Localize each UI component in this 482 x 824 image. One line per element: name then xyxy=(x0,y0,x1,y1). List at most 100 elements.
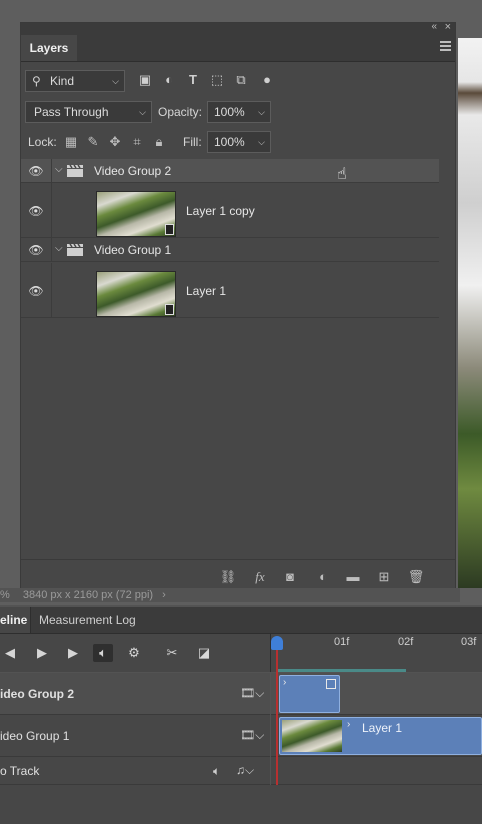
video-group-icon xyxy=(67,165,83,177)
opacity-field[interactable]: 100% ⌵ xyxy=(207,101,271,123)
mask-icon[interactable]: ◙ xyxy=(281,569,299,585)
playhead[interactable] xyxy=(271,636,283,650)
hand-cursor-icon: ☝︎ xyxy=(337,166,347,183)
clip-end-icon[interactable] xyxy=(326,679,336,689)
fill-label: Fill: xyxy=(183,135,202,149)
eye-icon[interactable]: 👁︎ xyxy=(27,204,45,218)
layer-row-video-group-1[interactable]: 👁︎ ⌵ Video Group 1 xyxy=(21,238,439,262)
layer-name[interactable]: Video Group 2 xyxy=(94,164,171,178)
track-name: o Track xyxy=(0,764,40,778)
chevron-down-icon[interactable]: ⌵ xyxy=(55,243,63,254)
image-filter-icon[interactable]: ▣ xyxy=(137,72,153,88)
tab-measurement-log[interactable]: Measurement Log xyxy=(30,607,144,633)
blend-mode-dropdown[interactable]: Pass Through ⌵ xyxy=(25,101,152,123)
layer-thumbnail[interactable] xyxy=(96,271,176,317)
audio-icon[interactable]: 🔈︎ xyxy=(213,764,220,779)
transition-icon[interactable]: ◪ xyxy=(194,644,214,662)
shape-filter-icon[interactable]: ⬚ xyxy=(209,72,225,88)
link-icon[interactable]: ⛓︎ xyxy=(219,569,237,585)
layer-row-layer-1[interactable]: 👁︎ Layer 1 xyxy=(21,263,439,318)
zoom-level[interactable]: % xyxy=(0,589,10,601)
film-icon[interactable]: 🎞︎⌵ xyxy=(240,686,264,701)
chevron-right-icon[interactable]: › xyxy=(162,589,166,601)
lock-label: Lock: xyxy=(28,135,57,149)
adjustment-icon[interactable]: ◐ xyxy=(314,569,332,585)
smart-object-filter-icon[interactable]: ⧉ xyxy=(233,72,249,88)
canvas-image[interactable] xyxy=(458,38,482,588)
lock-position-icon[interactable]: ✥ xyxy=(107,134,123,150)
adjustment-filter-icon[interactable]: ◐ xyxy=(161,72,177,88)
new-layer-icon[interactable]: ⊞ xyxy=(375,569,393,585)
split-icon[interactable]: ✂︎ xyxy=(162,644,182,662)
layer-row-video-group-2[interactable]: 👁︎ ⌵ Video Group 2 xyxy=(21,159,439,183)
timeline-clip[interactable]: › xyxy=(279,675,340,713)
eye-icon[interactable]: 👁︎ xyxy=(27,284,45,298)
chevron-right-icon: › xyxy=(283,677,287,688)
track-header-audio[interactable]: o Track 🔈︎ ♫⌵ xyxy=(0,757,270,785)
eye-icon[interactable]: 👁︎ xyxy=(27,243,45,257)
search-icon: ⚲ xyxy=(32,74,41,88)
opacity-label: Opacity: xyxy=(158,105,203,119)
filter-toggle-icon[interactable]: ● xyxy=(259,72,275,88)
eye-icon[interactable]: 👁︎ xyxy=(27,164,45,178)
close-icon[interactable]: × xyxy=(445,21,451,33)
chevron-down-icon: ⌵ xyxy=(258,107,265,117)
layer-name[interactable]: Layer 1 xyxy=(186,284,226,298)
ruler-label: 01f xyxy=(334,636,350,648)
film-icon[interactable]: 🎞︎⌵ xyxy=(240,728,264,743)
layer-name[interactable]: Layer 1 copy xyxy=(186,204,255,218)
layer-thumbnail[interactable] xyxy=(96,191,176,237)
play-icon[interactable]: ▶︎ xyxy=(32,644,52,662)
kind-filter-dropdown[interactable]: ⚲ Kind ⌵ xyxy=(25,70,125,92)
audio-icon[interactable]: 🔈︎ xyxy=(93,644,113,662)
fx-icon[interactable]: fx xyxy=(251,569,269,585)
track-header-video-group-1[interactable]: ideo Group 1 🎞︎⌵ xyxy=(0,715,270,757)
chevron-down-icon: ⌵ xyxy=(139,107,146,117)
chevron-down-icon: ⌵ xyxy=(258,137,265,147)
chevron-right-icon: › xyxy=(347,719,351,730)
layer-row-layer-1-copy[interactable]: 👁︎ Layer 1 copy xyxy=(21,183,439,238)
timeline-tab-bar: eline Measurement Log xyxy=(0,607,482,634)
panel-top-bar: « × xyxy=(21,21,455,35)
next-frame-icon[interactable]: ▶︎ xyxy=(63,644,83,662)
tab-layers[interactable]: Layers xyxy=(21,35,77,61)
clip-thumbnail xyxy=(282,720,342,752)
previous-frame-icon[interactable]: ◀︎ xyxy=(0,644,20,662)
opacity-value: 100% xyxy=(214,105,245,119)
type-filter-icon[interactable]: T xyxy=(185,72,201,88)
timeline-clip-layer-1[interactable]: › Layer 1 xyxy=(279,717,482,755)
kind-filter-label: Kind xyxy=(50,74,75,88)
panel-tab-bar: Layers xyxy=(21,35,455,62)
status-bar: % 3840 px x 2160 px (72 ppi) › xyxy=(0,588,460,602)
film-icon xyxy=(165,304,174,315)
track-header-video-group-2[interactable]: ideo Group 2 🎞︎⌵ xyxy=(0,673,270,715)
video-group-icon xyxy=(67,244,83,256)
ruler-label: 03f xyxy=(461,636,477,648)
lock-all-icon[interactable]: 🔒︎ xyxy=(151,134,167,150)
settings-icon[interactable]: ⚙︎ xyxy=(124,644,144,662)
timeline-ruler[interactable]: 01f 02f 03f xyxy=(270,634,482,672)
lock-artboard-icon[interactable]: ⌗ xyxy=(129,134,145,150)
track-lane[interactable] xyxy=(271,757,482,785)
music-note-icon[interactable]: ♫⌵ xyxy=(236,763,254,778)
document-dimensions: 3840 px x 2160 px (72 ppi) xyxy=(22,589,154,601)
clip-label: Layer 1 xyxy=(362,721,403,735)
trash-icon[interactable]: 🗑︎ xyxy=(407,569,425,585)
layer-name[interactable]: Video Group 1 xyxy=(94,243,171,257)
layers-panel: « × Layers ⚲ Kind ⌵ ▣ ◐ T ⬚ ⧉ ● Pass Thr… xyxy=(20,21,456,594)
panel-menu-icon[interactable] xyxy=(440,41,451,51)
ruler-label: 02f xyxy=(398,636,414,648)
lock-transparent-pixels-icon[interactable]: ▦ xyxy=(63,134,79,150)
chevron-down-icon[interactable]: ⌵ xyxy=(55,164,63,175)
fill-value: 100% xyxy=(214,135,245,149)
tab-timeline[interactable]: eline xyxy=(0,607,30,633)
lock-image-pixels-icon[interactable]: ✎ xyxy=(85,134,101,150)
timeline-empty-area xyxy=(0,785,482,824)
chevron-down-icon: ⌵ xyxy=(112,76,119,86)
film-icon xyxy=(165,224,174,235)
folder-icon[interactable]: ▬ xyxy=(344,569,362,585)
work-area-bar[interactable] xyxy=(278,669,406,672)
blend-mode-value: Pass Through xyxy=(34,105,109,119)
collapse-icon[interactable]: « xyxy=(431,21,437,32)
fill-field[interactable]: 100% ⌵ xyxy=(207,131,271,153)
